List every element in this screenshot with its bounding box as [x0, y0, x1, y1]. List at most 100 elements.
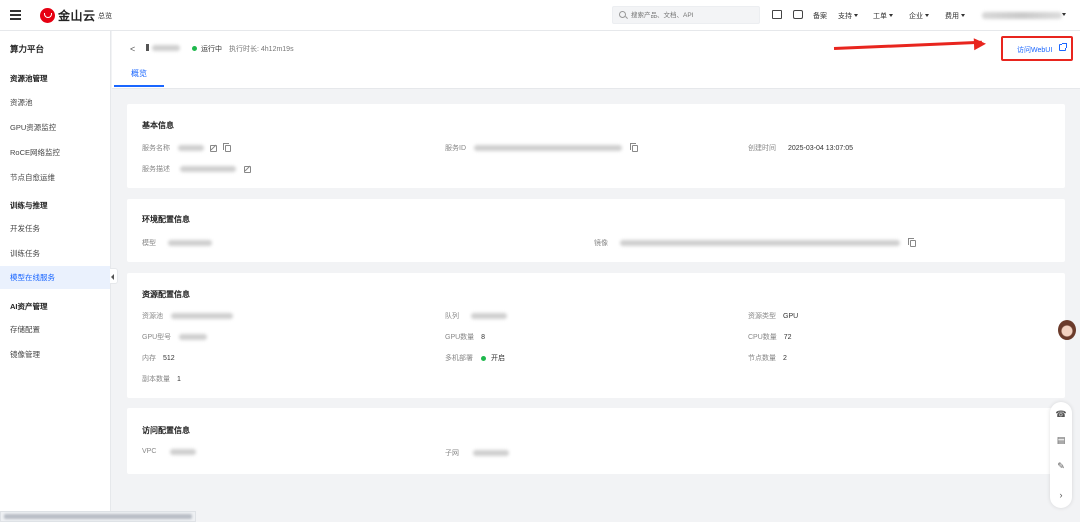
nav-enterprise[interactable]: 企业 [909, 11, 929, 21]
vpc-value [170, 448, 197, 455]
access-info-title: 访问配置信息 [142, 426, 190, 435]
nav-billing-label: 费用 [945, 13, 959, 20]
gpu-model-value [179, 334, 208, 340]
created-time-value: 2025-03-04 13:07:05 [788, 144, 853, 152]
nav-support[interactable]: 支持 [838, 11, 858, 21]
gpu-model-field: GPU型号 [142, 332, 208, 342]
user-account[interactable] [982, 12, 1062, 19]
cpu-count-label: CPU数量 [748, 334, 777, 341]
sidebar-item-resource-pool[interactable]: 资源池 [0, 91, 110, 114]
vpc-label: VPC [142, 448, 157, 455]
sidebar-title: 算力平台 [10, 44, 45, 54]
document-icon[interactable]: ▤ [1054, 433, 1068, 447]
gpu-count-value: 8 [481, 333, 486, 341]
chevron-down-icon[interactable] [1062, 13, 1066, 16]
service-name-redacted [152, 45, 180, 51]
status-dot-icon [192, 45, 197, 51]
subnet-label: 子网 [445, 450, 459, 457]
replica-count-label: 副本数量 [142, 376, 170, 383]
status-text: 运行中 [201, 45, 222, 53]
sidebar-collapse-handle[interactable] [110, 268, 118, 284]
chevron-right-icon[interactable]: › [1054, 488, 1068, 502]
nav-enterprise-label: 企业 [909, 13, 923, 20]
replica-count-field: 副本数量 1 [142, 374, 181, 384]
annotation-arrow-head [973, 37, 987, 51]
memory-value: 512 [163, 354, 175, 362]
multi-deploy-value: 开启 [491, 355, 505, 362]
service-name-initial [146, 44, 149, 51]
gpu-count-label: GPU数量 [445, 334, 475, 341]
sidebar-item-train-task[interactable]: 训练任务 [0, 242, 110, 265]
env-info-card: 环境配置信息 模型 镜像 [127, 199, 1065, 262]
nav-support-label: 支持 [838, 13, 852, 20]
browser-status-bar [0, 511, 196, 522]
sidebar-group-training: 训练与推理 [10, 201, 48, 210]
chevron-down-icon [854, 14, 858, 17]
assistant-avatar[interactable] [1058, 320, 1076, 340]
logo-text: 金山云 [58, 9, 96, 23]
resource-type-label: 资源类型 [748, 313, 776, 320]
sidebar-group-ai-assets: AI资产管理 [10, 302, 48, 311]
global-search[interactable] [612, 6, 760, 24]
service-id-field: 服务ID [445, 142, 638, 153]
search-icon [619, 11, 626, 18]
copy-icon[interactable] [630, 142, 638, 152]
nav-billing[interactable]: 费用 [945, 11, 965, 21]
external-link-icon [1059, 43, 1067, 51]
copy-icon[interactable] [223, 142, 231, 152]
menu-icon[interactable] [10, 10, 21, 20]
cpu-count-field: CPU数量 72 [748, 332, 792, 342]
created-time-label: 创建时间 [748, 145, 776, 152]
image-label: 镜像 [594, 240, 608, 247]
basic-info-title: 基本信息 [142, 121, 174, 130]
sidebar: 算力平台 资源池管理 资源池 GPU资源监控 RoCE网络监控 节点自愈运维 训… [0, 31, 118, 522]
headset-icon[interactable]: ☎ [1054, 407, 1068, 421]
service-desc-value [180, 166, 236, 172]
tab-overview[interactable]: 概览 [114, 68, 164, 87]
basic-info-card: 基本信息 服务名称 服务ID 创建时间 2025-03-04 13:07:05 … [127, 104, 1065, 188]
visit-webui-button[interactable]: 访问WebUI [1001, 36, 1073, 61]
service-id-label: 服务ID [445, 145, 466, 152]
translate-icon[interactable] [772, 10, 782, 19]
model-value [168, 240, 212, 246]
brand-logo[interactable]: 金山云 [40, 7, 96, 24]
replica-count-value: 1 [177, 375, 181, 383]
queue-label: 队列 [445, 313, 459, 320]
sidebar-item-model-service[interactable]: 模型在线服务 [0, 266, 110, 289]
sidebar-item-storage[interactable]: 存储配置 [0, 318, 110, 341]
sidebar-item-dev-task[interactable]: 开发任务 [0, 217, 110, 240]
resource-type-value: GPU [783, 312, 799, 320]
status-url-redacted [4, 514, 192, 519]
logo-icon [40, 8, 55, 23]
overview-link[interactable]: 总览 [98, 11, 112, 21]
resource-type-field: 资源类型 GPU [748, 311, 798, 321]
copy-icon[interactable] [908, 237, 916, 247]
sidebar-item-gpu-monitor[interactable]: GPU资源监控 [0, 116, 110, 139]
cpu-count-value: 72 [783, 333, 792, 341]
service-id-value [474, 145, 622, 151]
sidebar-item-image[interactable]: 镜像管理 [0, 343, 110, 366]
feedback-icon[interactable]: ✎ [1054, 459, 1068, 473]
edit-icon[interactable] [210, 144, 217, 152]
sidebar-group-resource: 资源池管理 [10, 74, 48, 83]
chevron-down-icon [961, 14, 965, 17]
node-count-field: 节点数量 2 [748, 353, 787, 363]
sidebar-item-roce-monitor[interactable]: RoCE网络监控 [0, 141, 110, 164]
edit-icon[interactable] [244, 165, 251, 173]
nav-beian[interactable]: 备案 [813, 11, 827, 21]
floating-toolbar: ☎ ▤ ✎ › [1050, 402, 1072, 508]
back-icon[interactable]: < [130, 44, 135, 54]
nav-ticket[interactable]: 工单 [873, 11, 893, 21]
search-input[interactable] [631, 9, 756, 21]
top-bar: 金山云 总览 备案 支持 工单 企业 费用 [0, 0, 1080, 31]
vpc-field: VPC [142, 448, 197, 455]
visit-webui-label: 访问WebUI [1017, 47, 1053, 54]
resource-pool-field: 资源池 [142, 311, 233, 321]
subnet-field: 子网 [445, 448, 509, 458]
service-name-value [178, 145, 204, 151]
image-field: 镜像 [594, 237, 916, 248]
image-value [620, 240, 900, 246]
service-name-field: 服务名称 [142, 142, 231, 153]
message-icon[interactable] [793, 10, 803, 19]
sidebar-item-node-heal[interactable]: 节点自愈运维 [0, 166, 110, 189]
